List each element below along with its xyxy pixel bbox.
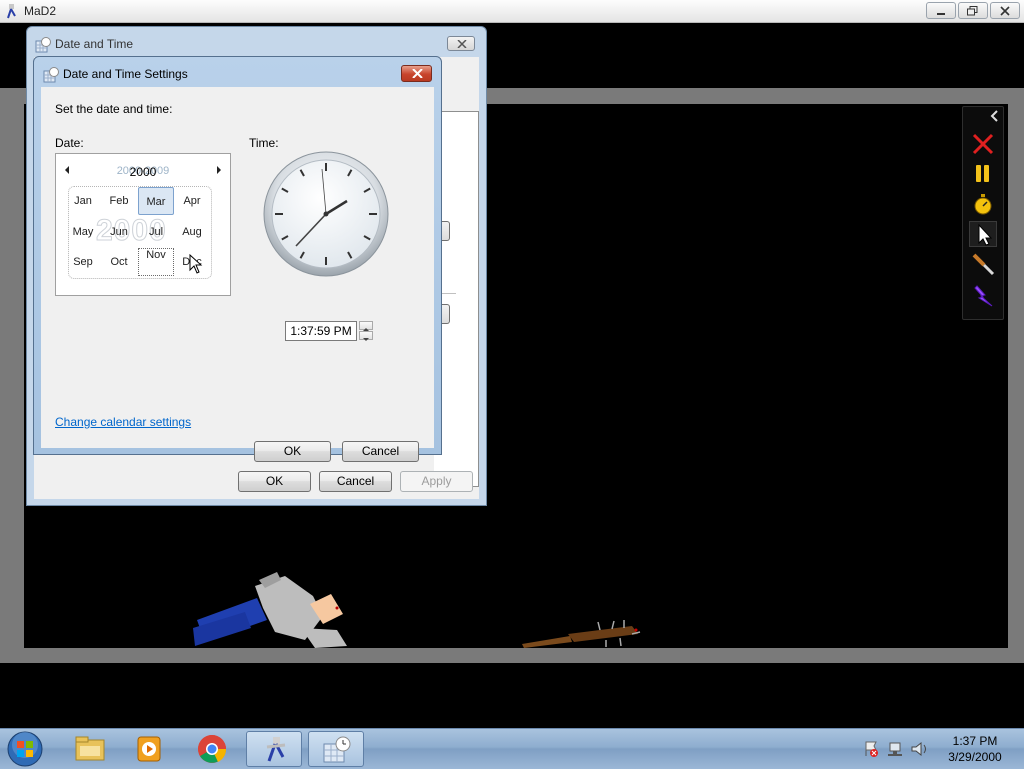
pointer-tool[interactable]	[969, 221, 997, 247]
taskbar: 1:37 PM 3/29/2000	[0, 728, 1024, 769]
slow-motion-tool[interactable]	[969, 191, 997, 217]
action-center-flag-icon[interactable]	[865, 741, 878, 757]
time-spinner[interactable]	[359, 321, 373, 341]
folder-icon	[75, 736, 105, 761]
taskbar-clock-time[interactable]: 1:37 PM	[940, 734, 1010, 748]
knife-tool[interactable]	[969, 251, 997, 277]
instruction-text: Set the date and time:	[55, 102, 173, 116]
restore-button[interactable]	[958, 2, 988, 19]
month-sep[interactable]: Sep	[65, 248, 101, 276]
close-icon	[1000, 6, 1010, 16]
time-spin-down-button[interactable]	[359, 331, 373, 341]
dt-apply-button: Apply	[400, 471, 473, 492]
dt-ok-button[interactable]: OK	[238, 471, 311, 492]
mouse-cursor-icon	[189, 254, 203, 274]
change-calendar-settings-link[interactable]: Change calendar settings	[55, 415, 191, 429]
knife-icon	[972, 253, 995, 276]
chevron-down-icon	[363, 338, 369, 341]
game-titlebar[interactable]: MaD2	[0, 0, 1024, 23]
month-aug[interactable]: Aug	[174, 218, 210, 246]
lightning-icon	[974, 285, 993, 307]
month-jan[interactable]: Jan	[65, 187, 101, 215]
spiked-club-item[interactable]	[520, 620, 645, 650]
date-and-time-close-button[interactable]	[447, 36, 475, 51]
pause-icon	[976, 165, 989, 182]
cursor-arrow-icon	[978, 223, 993, 246]
taskbar-date-time[interactable]	[308, 731, 364, 767]
minimize-icon	[937, 13, 945, 15]
delete-tool[interactable]	[969, 131, 997, 157]
taskbar-media-player[interactable]	[122, 731, 178, 767]
month-may[interactable]: May	[65, 218, 101, 246]
close-icon	[412, 69, 423, 78]
windows-start-icon[interactable]	[6, 730, 44, 768]
calendar-header-year[interactable]: 2000	[76, 165, 210, 179]
settings-client: Set the date and time: Date: Time: 2000-…	[41, 87, 434, 462]
time-spin-up-button[interactable]	[359, 321, 373, 331]
calendar-clock-icon	[43, 67, 59, 83]
lightning-tool[interactable]	[969, 283, 997, 309]
red-x-icon	[972, 133, 994, 155]
date-time-icon	[323, 736, 351, 763]
month-apr[interactable]: Apr	[174, 187, 210, 215]
month-jul[interactable]: Jul	[138, 218, 174, 246]
date-label: Date:	[55, 136, 84, 150]
game-close-button[interactable]	[990, 2, 1020, 19]
tool-palette	[962, 106, 1004, 320]
month-mar-selected[interactable]: Mar	[138, 187, 174, 215]
minimize-button[interactable]	[926, 2, 956, 19]
settings-close-button[interactable]	[401, 65, 432, 82]
month-jun[interactable]: Jun	[101, 218, 137, 246]
pause-tool[interactable]	[969, 161, 997, 187]
time-input[interactable]: 1:37:59 PM	[285, 321, 357, 341]
chevron-left-icon[interactable]	[989, 109, 1001, 123]
triangle-right-icon[interactable]	[215, 165, 223, 175]
calendar-clock-icon	[35, 37, 51, 53]
time-label: Time:	[249, 136, 279, 150]
network-icon[interactable]	[888, 742, 902, 756]
taskbar-mad2[interactable]	[246, 731, 302, 767]
game-title: MaD2	[24, 4, 57, 18]
analog-clock	[263, 151, 389, 277]
taskbar-explorer[interactable]	[62, 731, 118, 767]
taskbar-chrome[interactable]	[184, 731, 240, 767]
restore-icon	[967, 6, 978, 16]
system-tray	[865, 741, 926, 757]
game-floor	[16, 648, 1008, 662]
chrome-icon	[198, 735, 227, 763]
stopwatch-icon	[974, 194, 992, 215]
settings-ok-button[interactable]: OK	[254, 441, 331, 462]
triangle-left-icon[interactable]	[63, 165, 71, 175]
date-and-time-settings-dialog[interactable]: Date and Time Settings Set the date and …	[33, 56, 442, 462]
media-player-icon	[137, 736, 161, 762]
month-feb[interactable]: Feb	[101, 187, 137, 215]
taskbar-clock-date[interactable]: 3/29/2000	[940, 750, 1010, 764]
date-and-time-title: Date and Time	[55, 37, 134, 51]
month-oct[interactable]: Oct	[101, 248, 137, 276]
volume-icon[interactable]	[911, 741, 926, 757]
settings-cancel-button[interactable]: Cancel	[342, 441, 419, 462]
mad2-icon	[266, 737, 286, 762]
dt-cancel-button[interactable]: Cancel	[319, 471, 392, 492]
mad2-app-icon	[7, 4, 16, 19]
settings-title: Date and Time Settings	[63, 67, 188, 81]
month-nov[interactable]: Nov	[138, 248, 174, 276]
ragdoll-figure[interactable]	[185, 568, 350, 650]
close-icon	[457, 40, 467, 48]
calendar-control[interactable]: 2000-2009 2000 2000 Jan Feb Mar Apr May …	[55, 153, 231, 296]
